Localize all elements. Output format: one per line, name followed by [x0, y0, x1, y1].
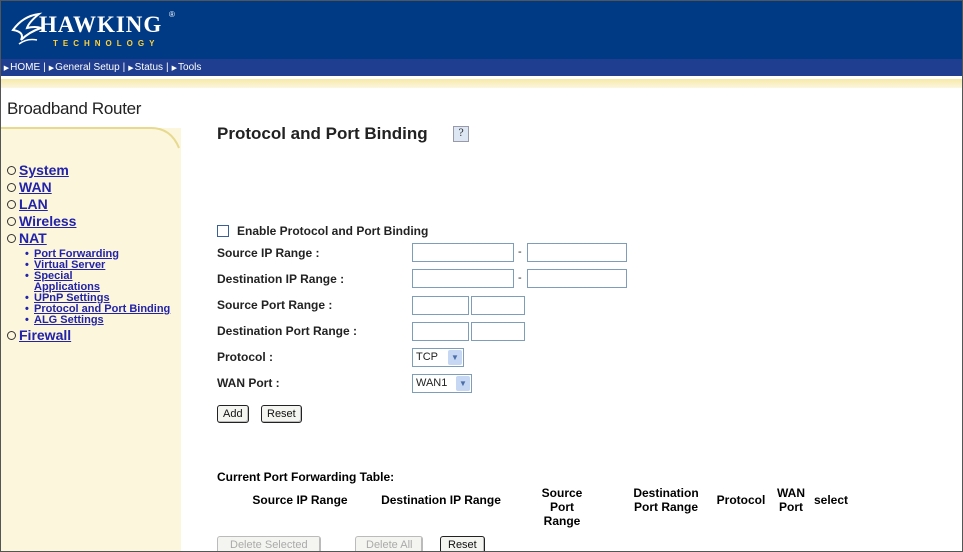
top-nav: ▶HOME | ▶General Setup | ▶Status | ▶Tools: [1, 59, 962, 76]
source-ip-start-input[interactable]: [412, 243, 514, 262]
sidebar-item-label: NAT: [19, 230, 47, 246]
wan-port-label: WAN Port :: [217, 376, 280, 390]
divider: [1, 76, 962, 78]
enable-checkbox[interactable]: [217, 224, 229, 237]
table-title: Current Port Forwarding Table:: [217, 470, 395, 484]
nav-divider: |: [122, 62, 126, 73]
dest-ip-label: Destination IP Range :: [217, 272, 345, 286]
add-button[interactable]: Add: [217, 405, 249, 423]
col-protocol: Protocol: [716, 493, 766, 507]
circle-bullet-icon: [7, 200, 16, 209]
hawk-icon: [11, 12, 43, 45]
dest-ip-start-input[interactable]: [412, 269, 514, 288]
nat-submenu: Port Forwarding Virtual Server Special A…: [25, 249, 179, 327]
col-select: select: [813, 493, 849, 507]
arrow-right-icon: ▶: [48, 65, 55, 72]
sidebar-item-wireless[interactable]: Wireless: [7, 213, 179, 230]
hawking-logo: HAWKING ® TECHNOLOGY: [9, 8, 179, 52]
nav-status[interactable]: Status: [135, 62, 163, 73]
sidebar-item-system[interactable]: System: [7, 162, 179, 179]
circle-bullet-icon: [7, 217, 16, 226]
delete-selected-button[interactable]: Delete Selected: [217, 536, 321, 551]
col-source-ip: Source IP Range: [252, 493, 348, 507]
sidebar: Broadband Router System WAN LAN Wireless…: [1, 88, 181, 551]
chevron-down-icon: ▼: [456, 376, 470, 391]
dest-port-label: Destination Port Range :: [217, 324, 358, 338]
submenu-special-applications[interactable]: Special Applications: [25, 271, 134, 293]
arrow-right-icon: ▶: [128, 65, 134, 72]
nav-divider: |: [43, 62, 46, 73]
nav-divider: |: [166, 62, 169, 73]
range-separator: -: [518, 272, 522, 284]
source-ip-label: Source IP Range :: [217, 246, 320, 260]
wan-port-select[interactable]: WAN1 ▼: [412, 374, 472, 393]
nav-general-setup[interactable]: General Setup: [55, 62, 120, 73]
sidebar-title: Broadband Router: [7, 99, 142, 118]
dest-ip-end-input[interactable]: [527, 269, 627, 288]
help-icon[interactable]: ?: [453, 126, 469, 142]
logo-tagline: TECHNOLOGY: [53, 39, 160, 48]
protocol-label: Protocol :: [217, 350, 273, 364]
main-content: Protocol and Port Binding ? Enable Proto…: [181, 88, 962, 551]
protocol-value: TCP: [416, 351, 438, 363]
delete-all-button[interactable]: Delete All: [355, 536, 424, 551]
col-wan-port: WAN Port: [777, 486, 805, 514]
arrow-right-icon: ▶: [3, 65, 10, 72]
sidebar-item-label: System: [19, 162, 69, 178]
col-dest-ip: Destination IP Range: [381, 493, 501, 507]
page-title: Protocol and Port Binding: [217, 124, 428, 143]
col-source-port: Source Port Range: [541, 486, 583, 528]
source-ip-end-input[interactable]: [527, 243, 627, 262]
source-port-end-input[interactable]: [471, 296, 525, 315]
col-dest-port: Destination Port Range: [633, 486, 699, 514]
sidebar-item-wan[interactable]: WAN: [7, 179, 179, 196]
source-port-label: Source Port Range :: [217, 298, 333, 312]
sidebar-menu: System WAN LAN Wireless NAT Port Forward…: [7, 162, 179, 344]
sidebar-item-lan[interactable]: LAN: [7, 196, 179, 213]
sidebar-item-label: LAN: [19, 196, 48, 212]
source-port-start-input[interactable]: [412, 296, 469, 315]
sidebar-item-nat[interactable]: NAT: [7, 230, 179, 247]
dest-port-start-input[interactable]: [412, 322, 469, 341]
wan-port-value: WAN1: [416, 377, 448, 389]
sidebar-header: Broadband Router: [1, 88, 181, 128]
protocol-select[interactable]: TCP ▼: [412, 348, 464, 367]
enable-label: Enable Protocol and Port Binding: [237, 224, 429, 238]
table-reset-button[interactable]: Reset: [440, 536, 485, 551]
dest-port-end-input[interactable]: [471, 322, 525, 341]
divider-band: [1, 79, 962, 88]
nav-home[interactable]: HOME: [10, 62, 40, 73]
header-banner: HAWKING ® TECHNOLOGY: [1, 1, 962, 59]
chevron-down-icon: ▼: [448, 350, 462, 365]
circle-bullet-icon: [7, 234, 16, 243]
sidebar-item-label: WAN: [19, 179, 52, 195]
enable-row: Enable Protocol and Port Binding: [217, 221, 428, 241]
logo-wordmark: HAWKING: [39, 12, 163, 37]
circle-bullet-icon: [7, 331, 16, 340]
sidebar-item-firewall[interactable]: Firewall: [7, 327, 179, 344]
submenu-alg-settings[interactable]: ALG Settings: [25, 315, 179, 327]
registered-mark: ®: [169, 10, 175, 19]
circle-bullet-icon: [7, 166, 16, 175]
range-separator: -: [518, 246, 522, 258]
circle-bullet-icon: [7, 183, 16, 192]
sidebar-item-label: Wireless: [19, 213, 77, 229]
nav-tools[interactable]: Tools: [178, 62, 201, 73]
sidebar-item-label: Firewall: [19, 327, 72, 343]
window-frame: HAWKING ® TECHNOLOGY ▶HOME | ▶General Setu…: [0, 0, 963, 552]
arrow-right-icon: ▶: [171, 65, 178, 72]
reset-button[interactable]: Reset: [261, 405, 302, 423]
